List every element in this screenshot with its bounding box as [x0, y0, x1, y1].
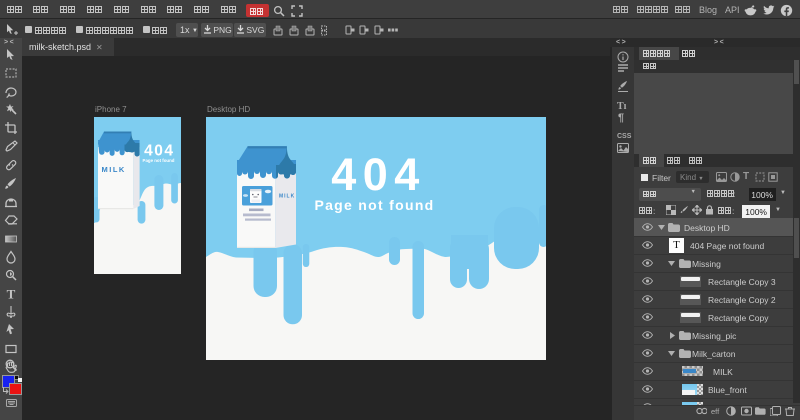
svg-text:MILK: MILK: [279, 194, 295, 200]
svg-text:404: 404: [331, 149, 426, 200]
svg-text:Tı: Tı: [617, 101, 627, 111]
svg-text:CSS: CSS: [617, 133, 632, 140]
svg-text:¶: ¶: [618, 112, 624, 123]
svg-text:Page not found: Page not found: [314, 197, 434, 213]
svg-text:Page not found: Page not found: [143, 158, 175, 163]
svg-text:eff: eff: [711, 407, 720, 416]
svg-text:MILK: MILK: [102, 165, 126, 174]
svg-text:T: T: [7, 287, 16, 301]
